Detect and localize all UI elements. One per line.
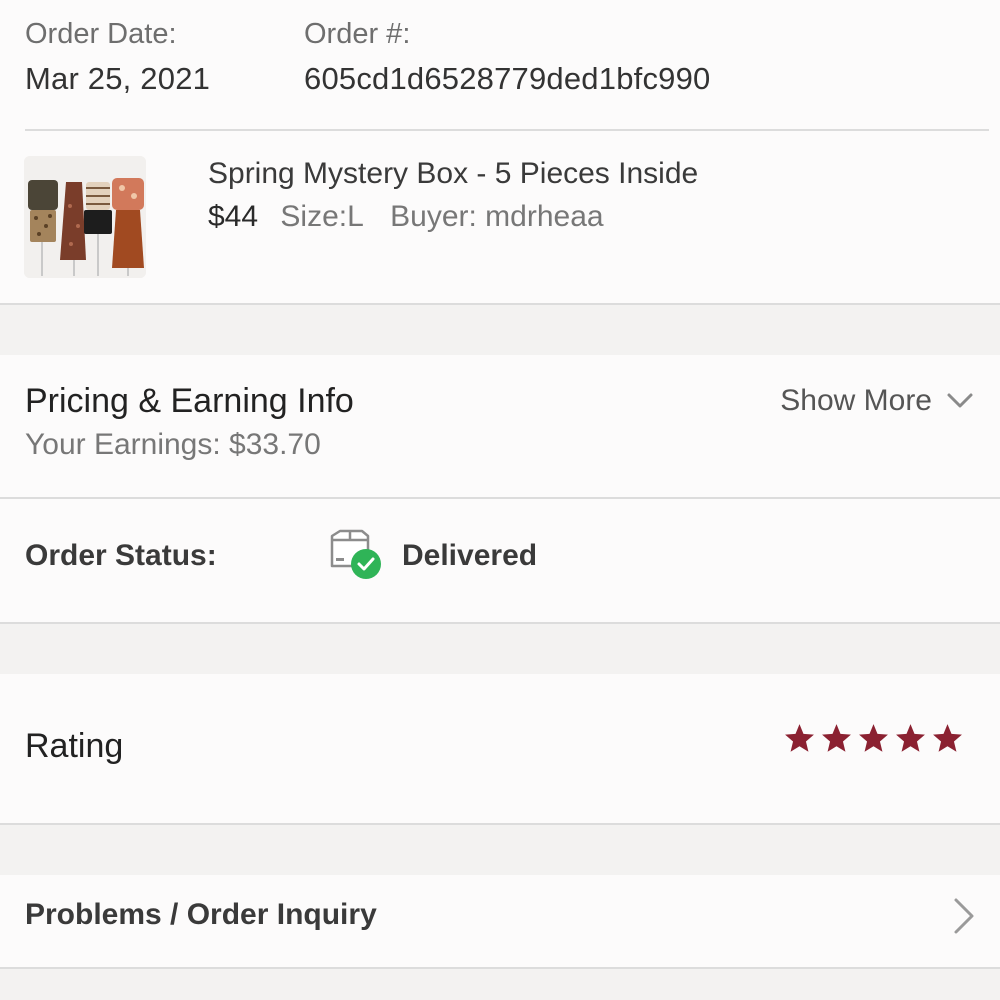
- rating-stars: [783, 722, 968, 755]
- item-title[interactable]: Spring Mystery Box - 5 Pieces Inside: [208, 157, 698, 191]
- order-details-page: Order Date: Mar 25, 2021 Order #: 605cd1…: [0, 0, 1000, 1000]
- earnings-value: Your Earnings: $33.70: [25, 428, 321, 461]
- star-icon: [933, 724, 962, 752]
- star-icon: [896, 724, 925, 752]
- package-delivered-icon: [330, 529, 381, 579]
- item-buyer: Buyer: mdrheaa: [390, 200, 604, 233]
- divider: [0, 622, 1000, 624]
- order-summary-section: Order Date: Mar 25, 2021 Order #: 605cd1…: [0, 0, 1000, 303]
- pricing-title: Pricing & Earning Info: [25, 382, 354, 420]
- divider: [0, 967, 1000, 969]
- pricing-section: [0, 355, 1000, 497]
- divider: [0, 823, 1000, 825]
- order-number-value: 605cd1d6528779ded1bfc990: [304, 61, 711, 96]
- show-more-label: Show More: [780, 384, 932, 417]
- order-status-label: Order Status:: [25, 539, 217, 572]
- order-date-label: Order Date:: [25, 18, 177, 50]
- star-icon: [822, 724, 851, 752]
- item-thumbnail[interactable]: [24, 156, 146, 278]
- item-details: $44 Size:L Buyer: mdrheaa: [208, 200, 604, 234]
- star-icon: [859, 724, 888, 752]
- chevron-down-icon: [947, 393, 973, 408]
- product-photo-icon: [24, 156, 146, 278]
- divider: [0, 303, 1000, 305]
- order-date-value: Mar 25, 2021: [25, 61, 211, 96]
- problems-order-inquiry-link[interactable]: Problems / Order Inquiry: [25, 898, 377, 932]
- order-status-value: Delivered: [402, 539, 538, 572]
- item-size: Size:L: [280, 200, 364, 233]
- rating-label: Rating: [25, 727, 124, 765]
- order-number-label: Order #:: [304, 18, 411, 50]
- show-more-button[interactable]: Show More: [780, 384, 974, 418]
- item-price: $44: [208, 200, 259, 233]
- chevron-right-icon[interactable]: [948, 896, 978, 936]
- divider: [25, 129, 989, 131]
- star-icon: [785, 724, 814, 752]
